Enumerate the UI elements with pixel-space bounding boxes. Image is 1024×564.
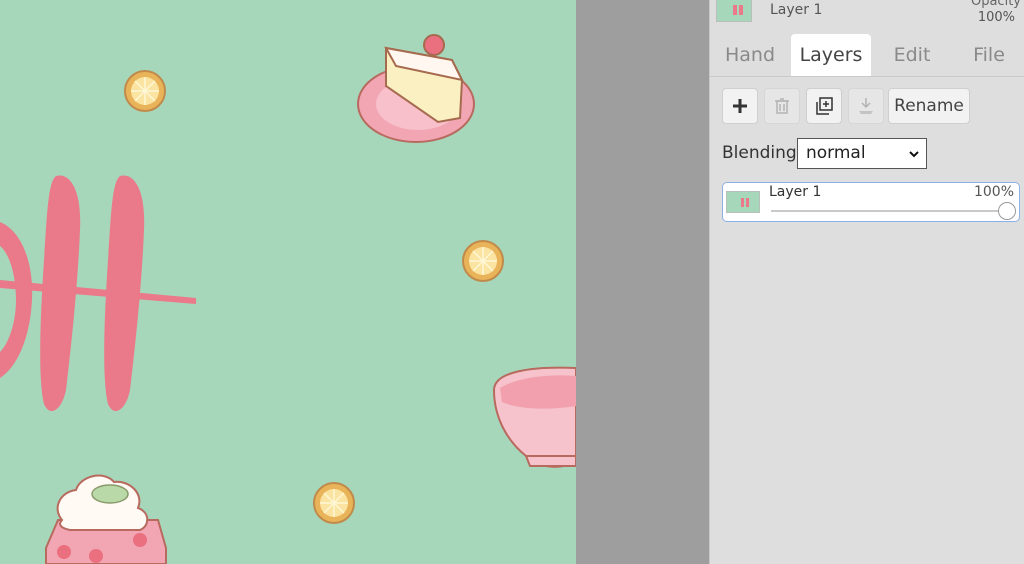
layer-name: Layer 1: [769, 184, 822, 200]
tab-edit[interactable]: Edit: [872, 34, 952, 76]
current-layer-name: Layer 1: [770, 2, 823, 18]
add-layer-button[interactable]: [722, 88, 758, 124]
opacity-label: Opacity: [970, 0, 1021, 9]
opacity-slider-handle[interactable]: [998, 202, 1016, 220]
trash-icon: [775, 98, 789, 114]
thumbnail-preview: [733, 5, 743, 15]
opacity-value: 100%: [977, 10, 1015, 25]
tab-file[interactable]: File: [953, 34, 1024, 76]
rename-layer-button[interactable]: Rename: [888, 88, 970, 124]
opacity-slider-track[interactable]: [771, 210, 1007, 212]
chevron-down-icon: [909, 151, 919, 158]
lemon-slice-icon: [124, 70, 166, 112]
current-layer-summary[interactable]: Layer 1 Opacity 100%: [710, 0, 1024, 28]
layers-panel: Layer 1 Opacity 100% Hand Layers Edit Fi…: [709, 0, 1024, 564]
lemon-slice-icon: [313, 482, 355, 524]
layer-opacity-value: 100%: [973, 184, 1014, 200]
drawing-canvas[interactable]: [0, 0, 576, 564]
duplicate-layer-button[interactable]: [806, 88, 842, 124]
tab-layers[interactable]: Layers: [791, 34, 871, 76]
blending-mode-select[interactable]: normal: [797, 138, 927, 169]
tab-hand[interactable]: Hand: [710, 34, 790, 76]
blending-label: Blending: [722, 143, 797, 163]
panel-tabs: Hand Layers Edit File: [710, 34, 1024, 77]
teacup-icon: [492, 366, 576, 468]
duplicate-layer-icon: [816, 97, 833, 115]
thumbnail-preview: [741, 198, 749, 207]
delete-layer-button[interactable]: [764, 88, 800, 124]
cupcake-icon: [45, 474, 167, 564]
merge-down-icon: [859, 98, 873, 114]
blending-mode-value: normal: [806, 143, 866, 163]
workspace-background: [576, 0, 709, 564]
canvas-artwork: [0, 34, 576, 564]
layer-thumbnail: [716, 0, 752, 22]
lemon-slice-icon: [462, 240, 504, 282]
merge-down-button[interactable]: [848, 88, 884, 124]
layer-thumbnail: [726, 191, 760, 213]
plus-icon: [733, 99, 747, 113]
pink-lettering: [0, 175, 196, 412]
cake-slice-icon: [357, 34, 475, 143]
layer-list-item[interactable]: Layer 1 100%: [722, 182, 1020, 222]
